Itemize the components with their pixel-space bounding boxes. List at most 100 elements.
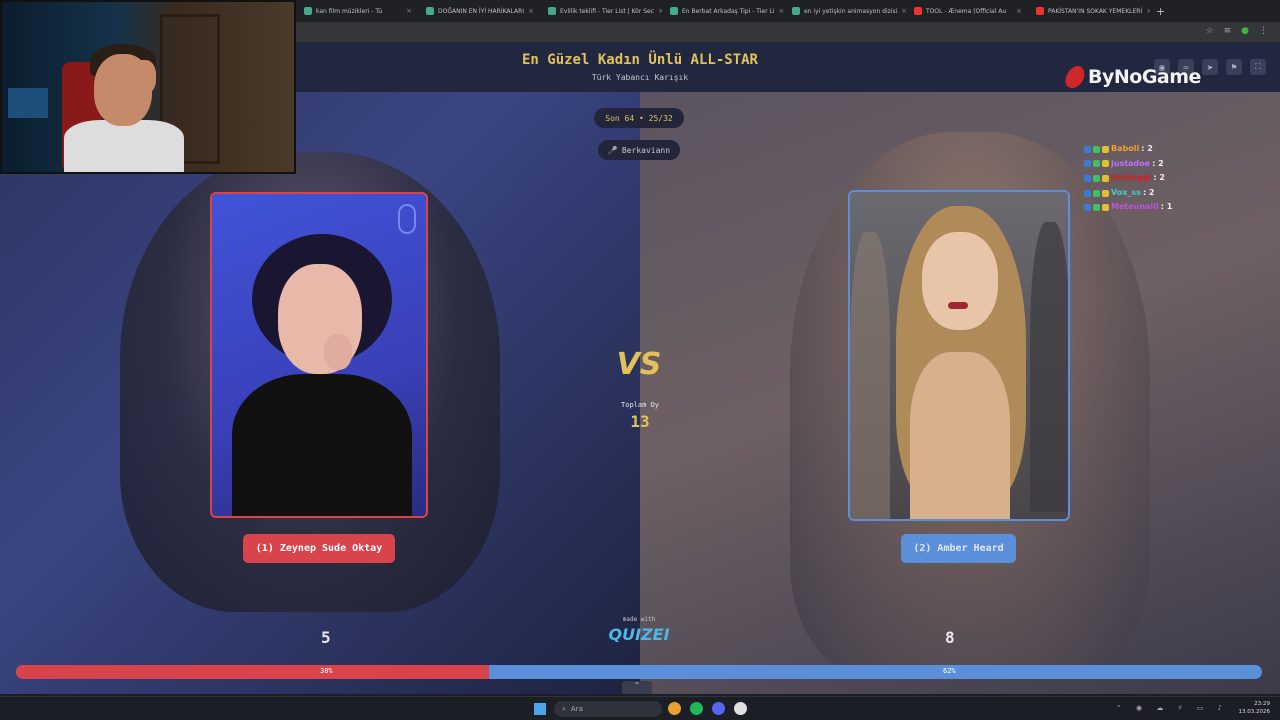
system-tray[interactable]: ⌃ ◉ ☁ ⚡ ▭ ♪	[1116, 704, 1228, 712]
windows-start-icon[interactable]	[534, 703, 546, 715]
tab-title: kan film müzikleri - Tü	[316, 7, 383, 15]
favicon-icon	[426, 7, 434, 15]
browser-tab[interactable]: en iyi yetişkin animasyon dizisi ×	[786, 2, 906, 20]
taskbar-clock[interactable]: 23:29 13.03.2026	[1239, 700, 1271, 716]
chat-username: Vox_ss	[1111, 187, 1141, 197]
chat-row: Holdoggi: 2	[1084, 171, 1172, 186]
chat-badge-icon	[1084, 174, 1091, 182]
right-percent-label: 62%	[943, 667, 956, 675]
right-contestant-card[interactable]	[848, 190, 1070, 521]
spotify-icon[interactable]	[690, 702, 703, 715]
round-indicator: Son 64 • 25/32	[594, 108, 684, 128]
windows-taskbar: ⌕ Ara ⌃ ◉ ☁ ⚡ ▭ ♪ 23:29 13.03.2026	[0, 696, 1280, 720]
favicon-icon	[548, 7, 556, 15]
chat-badge-icon	[1093, 189, 1100, 197]
browser-tab[interactable]: kan film müzikleri - Tü ×	[298, 2, 418, 20]
bynogame-logo: ByNoGame	[1063, 66, 1201, 88]
new-tab-button[interactable]: +	[1156, 5, 1165, 18]
chat-badge-icon	[1102, 174, 1109, 182]
chat-badge-icon	[1093, 160, 1100, 168]
chat-vote-count: : 1	[1160, 202, 1173, 212]
chat-vote-count: : 2	[1153, 173, 1165, 183]
chat-badge-icon	[1102, 204, 1109, 212]
microphone-icon: 🎤	[607, 145, 618, 155]
tab-title: en iyi yetişkin animasyon dizisi	[804, 7, 898, 15]
chat-badge-icon	[1102, 189, 1109, 197]
chat-row: Baboli: 2	[1084, 142, 1172, 157]
menu-icon[interactable]: ⋮	[1259, 26, 1268, 36]
left-vote-count: 5	[321, 628, 331, 647]
browser-tab[interactable]: DOĞANIN EN İYİ HARİKALARI ×	[420, 2, 540, 20]
discord-icon[interactable]	[712, 702, 725, 715]
close-icon[interactable]: ×	[901, 7, 906, 15]
flag-icon[interactable]: ⚑	[1226, 59, 1242, 75]
chat-vote-count: : 2	[1142, 187, 1155, 197]
vs-icon: VS	[616, 347, 662, 382]
browser-toolbar-icons: ☆ ≡ ● ⋮	[1206, 26, 1268, 36]
bynogame-icon	[1063, 66, 1087, 88]
close-icon[interactable]: ×	[528, 7, 534, 15]
close-icon[interactable]: ×	[1016, 7, 1022, 15]
taskbar-search[interactable]: ⌕ Ara	[554, 701, 662, 717]
youtube-icon	[1036, 7, 1044, 15]
chat-row: Vox_ss: 2	[1084, 186, 1172, 201]
left-contestant-button[interactable]: (1) Zeynep Sude Oktay	[243, 534, 395, 563]
chat-username: Baboli	[1111, 144, 1140, 153]
close-icon[interactable]: ×	[406, 7, 412, 15]
fullscreen-icon[interactable]: ⛶	[1250, 59, 1266, 75]
username-label: Berkaviann	[621, 145, 671, 155]
chat-badge-icon	[1093, 145, 1100, 153]
browser-tab[interactable]: PAKİSTAN'IN SOKAK YEMEKLERİ ×	[1030, 2, 1150, 20]
bookmark-star-icon[interactable]: ☆	[1206, 26, 1214, 36]
chat-badge-icon	[1102, 160, 1109, 168]
close-icon[interactable]: ×	[658, 7, 662, 15]
tab-title: Evlilik teklifi - Tier List | Kör Sec	[560, 7, 655, 15]
chat-vote-count: : 2	[1141, 144, 1153, 153]
tab-title: PAKİSTAN'IN SOKAK YEMEKLERİ	[1048, 7, 1143, 15]
vote-progress-bar: 38% 62%	[16, 665, 1262, 679]
chat-badge-icon	[1093, 204, 1100, 212]
search-placeholder: Ara	[570, 705, 583, 713]
browser-tab[interactable]: Evlilik teklifi - Tier List | Kör Sec ×	[542, 2, 662, 20]
tab-title: En Berbat Arkadaş Tipi - Tier Li	[682, 7, 775, 15]
chat-badge-icon	[1093, 174, 1100, 182]
search-icon: ⌕	[562, 704, 566, 713]
close-icon[interactable]: ×	[778, 7, 784, 15]
left-vote-fill	[16, 665, 490, 679]
browser-tab[interactable]: TOOL - Ænema (Official Au ×	[908, 2, 1028, 20]
chat-row: justadoe: 2	[1084, 157, 1172, 172]
left-percent-label: 38%	[320, 667, 333, 675]
chat-username: justadoe	[1111, 158, 1151, 168]
close-icon[interactable]: ×	[1146, 7, 1150, 15]
webcam-overlay	[0, 0, 296, 174]
watermark-icon	[398, 204, 416, 234]
tab-title: DOĞANIN EN İYİ HARİKALARI	[438, 7, 525, 15]
total-votes-label: Toplam Oy	[621, 401, 659, 409]
right-contestant-button[interactable]: (2) Amber Heard	[901, 534, 1016, 563]
total-votes-count: 13	[630, 412, 650, 431]
chat-username: Holdoggi	[1111, 173, 1152, 183]
tab-title: TOOL - Ænema (Official Au	[926, 7, 1007, 15]
clock-time: 23:29	[1254, 701, 1270, 707]
extension-icon[interactable]: ≡	[1224, 26, 1232, 36]
quizei-logo[interactable]: QUIZEI	[606, 625, 672, 644]
chat-username: Meteunal0	[1111, 202, 1159, 212]
left-contestant-card[interactable]	[210, 192, 428, 518]
profile-icon[interactable]: ●	[1241, 26, 1249, 36]
settings-icon[interactable]	[734, 702, 747, 715]
favicon-icon	[792, 7, 800, 15]
chat-row: Meteunal0: 1	[1084, 200, 1172, 215]
chat-badge-icon	[1084, 145, 1091, 153]
browser-tab[interactable]: En Berbat Arkadaş Tipi - Tier Li ×	[664, 2, 784, 20]
chat-badge-icon	[1084, 160, 1091, 168]
send-icon[interactable]: ➤	[1202, 59, 1218, 75]
chat-badge-icon	[1102, 145, 1109, 153]
clock-date: 13.03.2026	[1238, 709, 1271, 715]
chat-badge-icon	[1084, 204, 1091, 212]
chevron-up-icon[interactable]: ⌃	[622, 681, 652, 694]
made-with-label: made with	[622, 616, 656, 623]
user-badge: 🎤 Berkaviann	[598, 140, 680, 160]
chrome-icon[interactable]	[668, 702, 681, 715]
vote-chat-list: Baboli: 2 justadoe: 2 Holdoggi: 2 Vox_ss: 2…	[1084, 142, 1172, 215]
favicon-icon	[304, 7, 312, 15]
